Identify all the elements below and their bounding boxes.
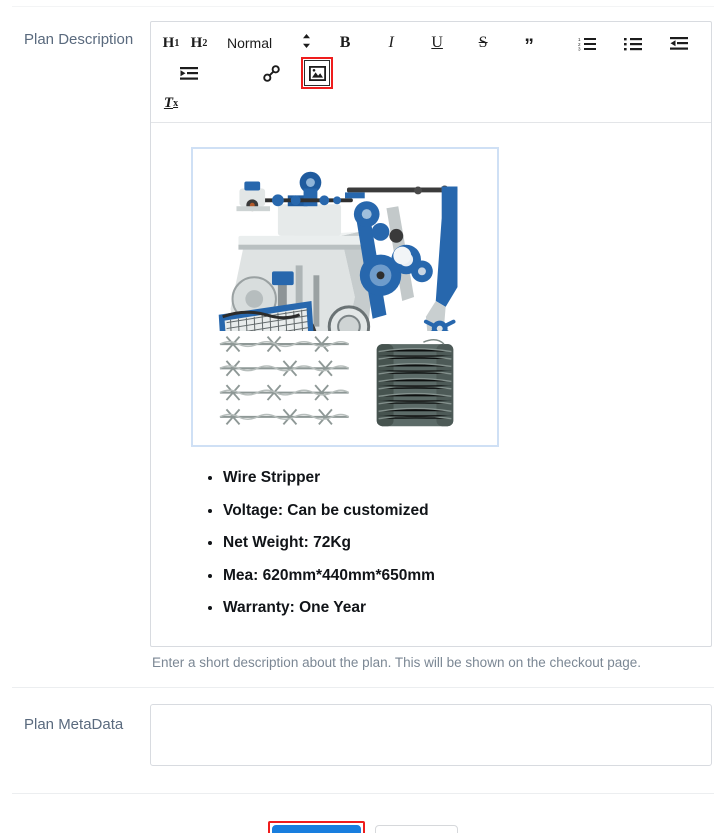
plan-metadata-label: Plan MetaData <box>24 715 124 733</box>
format-select-label: Normal <box>227 35 273 51</box>
plan-description-body: H1 H2 Normal B I U S ” 1 2 3 T x • Wire … <box>150 7 726 670</box>
chevron-updown-icon <box>302 33 311 54</box>
list-item: Voltage: Can be customized <box>223 498 697 525</box>
plan-metadata-input[interactable] <box>150 703 712 766</box>
format-select[interactable]: Normal <box>227 33 311 54</box>
plan-form-page: Plan Description H1 H2 Normal B I U S ” … <box>0 0 726 833</box>
strikethrough-button[interactable]: S <box>470 30 496 56</box>
list-item: Mea: 620mm*440mm*650mm <box>223 563 697 590</box>
clear-formatting-sub: x <box>173 97 179 109</box>
bold-button[interactable]: B <box>332 30 358 56</box>
submit-button-highlight: Submit <box>268 820 365 833</box>
ordered-list-icon[interactable]: 1 2 3 <box>574 30 600 56</box>
image-icon[interactable] <box>301 57 333 89</box>
rich-text-editor[interactable]: H1 H2 Normal B I U S ” 1 2 3 T x • Wire … <box>150 21 712 647</box>
link-icon[interactable] <box>258 60 284 86</box>
heading-2-label: H <box>190 34 203 51</box>
heading-2-sub: 2 <box>202 37 208 49</box>
heading-2-button[interactable]: H2 <box>186 30 212 56</box>
plan-metadata-body <box>150 688 726 771</box>
heading-1-sub: 1 <box>174 37 180 49</box>
plan-metadata-row: Plan MetaData <box>0 688 726 771</box>
bullet-list-icon[interactable] <box>620 30 646 56</box>
description-bullet-list[interactable]: Wire Stripper Voltage: Can be customized… <box>165 465 697 622</box>
indent-icon[interactable] <box>176 60 202 86</box>
underline-button[interactable]: U <box>424 30 450 56</box>
editor-toolbar: H1 H2 Normal B I U S ” 1 2 3 T x <box>151 22 711 123</box>
heading-1-label: H <box>162 34 175 51</box>
product-image[interactable]: Anping & Cheap SHOP ALL TYPES WIRE MESH <box>191 147 499 447</box>
form-actions: Submit Cancel <box>0 794 726 833</box>
plan-description-row: Plan Description H1 H2 Normal B I U S ” … <box>0 7 726 670</box>
plan-description-help-text: Enter a short description about the plan… <box>152 654 642 670</box>
list-item: Wire Stripper <box>223 465 697 492</box>
plan-description-label: Plan Description <box>24 31 134 48</box>
list-item: Warranty: One Year <box>223 595 697 622</box>
svg-text:3: 3 <box>578 46 581 51</box>
outdent-icon[interactable] <box>666 30 692 56</box>
clear-formatting-label: T <box>163 94 174 111</box>
barbed-wire-coil <box>376 339 454 427</box>
clear-formatting-button[interactable]: Tx <box>158 90 184 116</box>
italic-button[interactable]: I <box>378 30 404 56</box>
heading-1-button[interactable]: H1 <box>158 30 184 56</box>
submit-button[interactable]: Submit <box>272 824 361 833</box>
editor-content-area[interactable]: Anping & Cheap SHOP ALL TYPES WIRE MESH <box>151 123 711 646</box>
list-item: Net Weight: 72Kg <box>223 530 697 557</box>
blockquote-button[interactable]: ” <box>516 30 542 56</box>
cancel-button[interactable]: Cancel <box>374 824 458 833</box>
barbed-wire-graphic <box>201 331 489 443</box>
